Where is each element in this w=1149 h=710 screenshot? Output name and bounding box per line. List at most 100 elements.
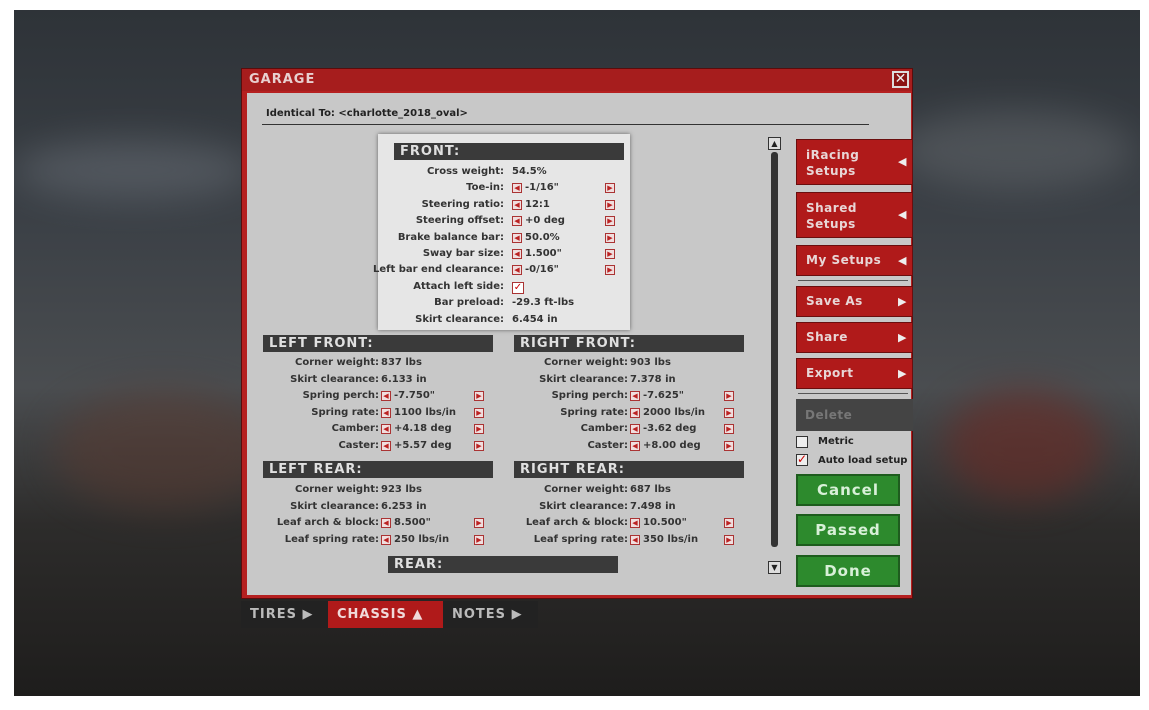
increase-arrow-icon[interactable]: ▶ xyxy=(605,199,615,210)
decrease-arrow-icon[interactable]: ◀ xyxy=(630,534,640,545)
separator xyxy=(798,280,908,281)
decrease-arrow-icon[interactable]: ◀ xyxy=(512,265,522,276)
rear-header: REAR: xyxy=(388,556,618,573)
setting-value: 10.500" xyxy=(643,517,687,528)
decrease-arrow-icon[interactable]: ◀ xyxy=(512,199,522,210)
share-button[interactable]: Share ▶ xyxy=(796,322,913,353)
setting-label: Spring rate: xyxy=(560,406,628,418)
increase-arrow-icon[interactable]: ▶ xyxy=(605,265,615,276)
setting-label: Camber: xyxy=(580,423,628,434)
setting-value: -29.3 ft-lbs xyxy=(512,297,575,309)
increase-arrow-icon[interactable]: ▶ xyxy=(724,518,734,528)
setting-value: 1.500" xyxy=(525,248,562,259)
decrease-arrow-icon[interactable]: ◀ xyxy=(512,232,522,243)
setting-label: Spring perch: xyxy=(551,390,628,401)
setting-value: 350 lbs/in xyxy=(643,533,699,545)
decrease-arrow-icon[interactable]: ◀ xyxy=(512,249,522,259)
right-front-header: RIGHT FRONT: xyxy=(514,335,744,352)
decrease-arrow-icon[interactable]: ◀ xyxy=(381,440,391,451)
front-panel: FRONT: Cross weight: 54.5% Toe-in: ◀ ▶ -1/16"… xyxy=(373,134,630,330)
chevron-right-icon: ▶ xyxy=(898,331,907,344)
increase-arrow-icon[interactable]: ▶ xyxy=(724,391,734,401)
decrease-arrow-icon[interactable]: ◀ xyxy=(381,424,391,434)
setting-value: 50.0% xyxy=(525,231,560,243)
decrease-arrow-icon[interactable]: ◀ xyxy=(512,183,522,194)
setting-value: 6.133 in xyxy=(381,373,427,385)
delete-button[interactable]: Delete xyxy=(796,399,913,431)
decrease-arrow-icon[interactable]: ◀ xyxy=(381,391,391,401)
scrollbar[interactable]: ▲ ▼ xyxy=(768,137,782,575)
setting-value: 6.454 in xyxy=(512,313,558,325)
increase-arrow-icon[interactable]: ▶ xyxy=(605,232,615,243)
close-icon[interactable]: ✕ xyxy=(892,71,909,88)
increase-arrow-icon[interactable]: ▶ xyxy=(724,440,734,451)
chevron-left-icon: ◀ xyxy=(898,155,907,168)
decrease-arrow-icon[interactable]: ◀ xyxy=(381,518,391,528)
left-rear-header: LEFT REAR: xyxy=(263,461,493,478)
setting-label: Bar preload: xyxy=(434,297,504,309)
setting-value: -3.62 deg xyxy=(643,423,697,434)
setting-value: +8.00 deg xyxy=(643,439,701,451)
separator xyxy=(798,393,908,394)
identical-to-label: Identical To: <charlotte_2018_oval> xyxy=(266,108,468,119)
setting-label: Left bar end clearance: xyxy=(372,264,504,276)
setting-label: Cross weight: xyxy=(426,166,504,177)
done-button[interactable]: Done xyxy=(796,555,900,587)
save-as-button[interactable]: Save As ▶ xyxy=(796,286,913,317)
increase-arrow-icon[interactable]: ▶ xyxy=(605,183,615,194)
my-setups-button[interactable]: My Setups ◀ xyxy=(796,245,913,276)
shared-setups-button[interactable]: Shared Setups ◀ xyxy=(796,192,913,238)
scroll-down-icon[interactable]: ▼ xyxy=(768,561,781,574)
setting-label: Caster: xyxy=(338,439,379,451)
setting-label: Toe-in: xyxy=(466,182,504,194)
setting-label: Skirt clearance: xyxy=(290,373,379,385)
setting-label: Skirt clearance: xyxy=(539,500,628,512)
decrease-arrow-icon[interactable]: ◀ xyxy=(630,424,640,434)
scroll-thumb[interactable] xyxy=(771,152,778,547)
increase-arrow-icon[interactable]: ▶ xyxy=(724,534,734,545)
cancel-button[interactable]: Cancel xyxy=(796,474,900,506)
setting-label: Corner weight: xyxy=(295,357,379,368)
decrease-arrow-icon[interactable]: ◀ xyxy=(630,391,640,401)
setting-label: Leaf arch & block: xyxy=(276,517,379,528)
metric-checkbox[interactable] xyxy=(796,436,808,448)
decrease-arrow-icon[interactable]: ◀ xyxy=(512,216,522,227)
right-rear-header: RIGHT REAR: xyxy=(514,461,744,478)
metric-label: Metric xyxy=(818,436,854,447)
setting-value: 2000 lbs/in xyxy=(643,406,706,418)
passed-button[interactable]: Passed xyxy=(796,514,900,546)
increase-arrow-icon[interactable]: ▶ xyxy=(605,216,615,227)
divider xyxy=(262,124,869,125)
decrease-arrow-icon[interactable]: ◀ xyxy=(630,518,640,528)
setting-value: 923 lbs xyxy=(381,484,422,495)
iracing-setups-button[interactable]: iRacing Setups ◀ xyxy=(796,139,913,185)
increase-arrow-icon[interactable]: ▶ xyxy=(605,249,615,259)
setting-label: Corner weight: xyxy=(544,357,628,368)
increase-arrow-icon[interactable]: ▶ xyxy=(724,424,734,434)
scroll-up-icon[interactable]: ▲ xyxy=(768,137,781,150)
increase-arrow-icon[interactable]: ▶ xyxy=(724,407,734,418)
chevron-left-icon: ◀ xyxy=(898,208,907,221)
setting-value: -7.625" xyxy=(643,390,684,401)
attach-left-side-checkbox[interactable]: ✓ xyxy=(512,281,524,294)
tab-tires[interactable]: TIRES ▶ xyxy=(241,601,328,628)
tab-notes[interactable]: NOTES ▶ xyxy=(443,601,538,628)
garage-window: GARAGE ✕ Identical To: <charlotte_2018_o… xyxy=(241,68,913,599)
decrease-arrow-icon[interactable]: ◀ xyxy=(630,407,640,418)
tab-chassis[interactable]: CHASSIS ▲ xyxy=(328,601,443,628)
setting-value: 8.500" xyxy=(394,517,431,528)
auto-load-checkbox[interactable]: ✓ xyxy=(796,453,808,466)
setting-label: Corner weight: xyxy=(295,484,379,495)
setting-label: Sway bar size: xyxy=(422,248,504,259)
setting-label: Camber: xyxy=(331,423,379,434)
decrease-arrow-icon[interactable]: ◀ xyxy=(381,534,391,545)
export-button[interactable]: Export ▶ xyxy=(796,358,913,389)
setting-value: 54.5% xyxy=(512,166,547,177)
decrease-arrow-icon[interactable]: ◀ xyxy=(381,407,391,418)
setting-label: Skirt clearance: xyxy=(539,373,628,385)
decrease-arrow-icon[interactable]: ◀ xyxy=(630,440,640,451)
setting-label: Spring rate: xyxy=(311,406,379,418)
setting-value: 6.253 in xyxy=(381,500,427,512)
chevron-right-icon: ▶ xyxy=(898,295,907,308)
setting-label: Leaf spring rate: xyxy=(284,533,379,545)
